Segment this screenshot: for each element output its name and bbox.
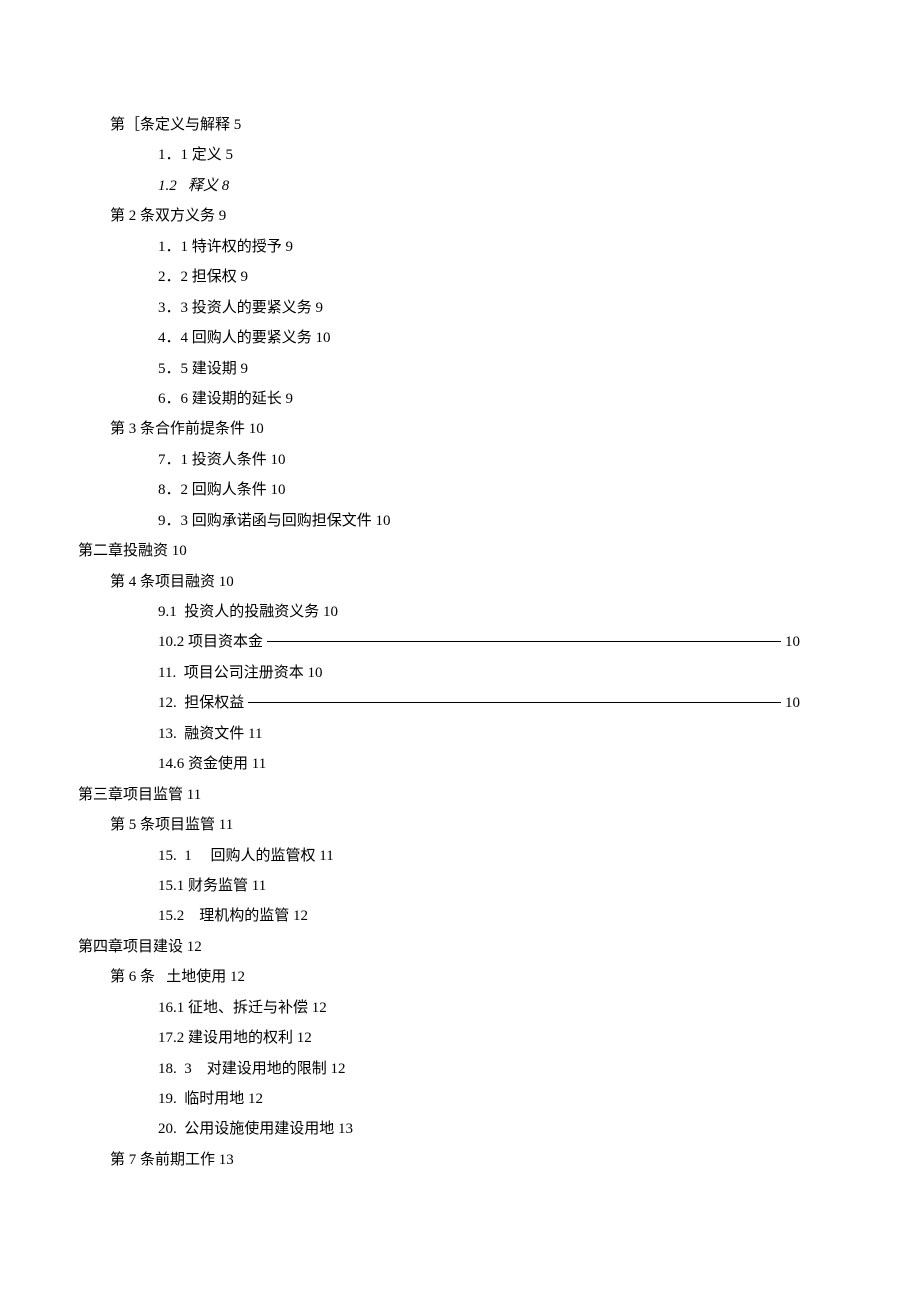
toc-entry-text: 第 4 条项目融资 10 — [110, 567, 234, 597]
toc-entry-text: 1．1 定义 5 — [158, 140, 233, 170]
toc-entry-text: 16.1 征地、拆迁与补偿 12 — [158, 993, 327, 1023]
toc-entry: 3．3 投资人的要紧义务 9 — [78, 293, 800, 323]
toc-entry: 1．1 定义 5 — [78, 140, 800, 170]
toc-entry-text: 第［条定义与解释 5 — [110, 110, 241, 140]
toc-entry: 15.1 财务监管 11 — [78, 871, 800, 901]
toc-entry-page: 10 — [785, 627, 800, 657]
toc-entry-text: 第二章投融资 10 — [78, 536, 187, 566]
toc-entry-text: 20. 公用设施使用建设用地 13 — [158, 1114, 353, 1144]
toc-entry-text: 13. 融资文件 11 — [158, 719, 262, 749]
toc-entry: 11. 项目公司注册资本 10 — [78, 658, 800, 688]
toc-entry: 第 6 条 土地使用 12 — [78, 962, 800, 992]
toc-entry-text: 8．2 回购人条件 10 — [158, 475, 286, 505]
toc-entry-text: 4．4 回购人的要紧义务 10 — [158, 323, 331, 353]
toc-entry-text: 9．3 回购承诺函与回购担保文件 10 — [158, 506, 391, 536]
toc-entry-title: 10.2 项目资本金 — [158, 627, 263, 657]
toc-entry: 9．3 回购承诺函与回购担保文件 10 — [78, 506, 800, 536]
toc-entry: 10.2 项目资本金 10 — [78, 627, 800, 657]
toc-entry-text: 17.2 建设用地的权利 12 — [158, 1023, 312, 1053]
toc-entry: 第 4 条项目融资 10 — [78, 567, 800, 597]
toc-leader-line — [248, 688, 781, 703]
toc-entry: 20. 公用设施使用建设用地 13 — [78, 1114, 800, 1144]
toc-entry-text: 1．1 特许权的授予 9 — [158, 232, 293, 262]
toc-entry-text: 5．5 建设期 9 — [158, 354, 248, 384]
toc-entry-text: 6．6 建设期的延长 9 — [158, 384, 293, 414]
toc-entry-text: 9.1 投资人的投融资义务 10 — [158, 597, 338, 627]
toc-entry-page: 10 — [785, 688, 800, 718]
toc-entry: 第 2 条双方义务 9 — [78, 201, 800, 231]
toc-entry: 15.2 理机构的监管 12 — [78, 901, 800, 931]
toc-entry-text: 14.6 资金使用 11 — [158, 749, 266, 779]
toc-entry: 第四章项目建设 12 — [78, 932, 800, 962]
toc-entry: 14.6 资金使用 11 — [78, 749, 800, 779]
toc-entry-text: 第 3 条合作前提条件 10 — [110, 414, 264, 444]
toc-entry-text: 第四章项目建设 12 — [78, 932, 202, 962]
toc-entry: 1．1 特许权的授予 9 — [78, 232, 800, 262]
toc-entry-text: 18. 3 对建设用地的限制 12 — [158, 1054, 346, 1084]
toc-entry-text: 第三章项目监管 11 — [78, 780, 201, 810]
toc-entry: 1.2 释义 8 — [78, 171, 800, 201]
toc-entry-text: 第 6 条 土地使用 12 — [110, 962, 245, 992]
toc-entry: 12. 担保权益 10 — [78, 688, 800, 718]
toc-entry: 19. 临时用地 12 — [78, 1084, 800, 1114]
toc-entry: 2．2 担保权 9 — [78, 262, 800, 292]
toc-entry-text: 第 5 条项目监管 11 — [110, 810, 233, 840]
toc-entry-text: 第 2 条双方义务 9 — [110, 201, 226, 231]
toc-page: 第［条定义与解释 51．1 定义 51.2 释义 8第 2 条双方义务 91．1… — [0, 0, 920, 1175]
toc-entry-text: 3．3 投资人的要紧义务 9 — [158, 293, 323, 323]
toc-entry-text: 15. 1 回购人的监管权 11 — [158, 841, 334, 871]
toc-entry: 8．2 回购人条件 10 — [78, 475, 800, 505]
toc-entry-text: 7．1 投资人条件 10 — [158, 445, 286, 475]
toc-entry-text: 15.2 理机构的监管 12 — [158, 901, 308, 931]
toc-entry: 第 5 条项目监管 11 — [78, 810, 800, 840]
toc-entry: 4．4 回购人的要紧义务 10 — [78, 323, 800, 353]
toc-entry: 16.1 征地、拆迁与补偿 12 — [78, 993, 800, 1023]
toc-entry: 第［条定义与解释 5 — [78, 110, 800, 140]
toc-entry: 15. 1 回购人的监管权 11 — [78, 841, 800, 871]
toc-entry: 第 3 条合作前提条件 10 — [78, 414, 800, 444]
toc-entry: 9.1 投资人的投融资义务 10 — [78, 597, 800, 627]
toc-entry-text: 1.2 释义 8 — [158, 171, 229, 201]
toc-leader-line — [267, 627, 781, 642]
toc-entry: 第 7 条前期工作 13 — [78, 1145, 800, 1175]
toc-entry-title: 12. 担保权益 — [158, 688, 244, 718]
toc-entry: 第三章项目监管 11 — [78, 780, 800, 810]
toc-entry: 17.2 建设用地的权利 12 — [78, 1023, 800, 1053]
toc-entry: 5．5 建设期 9 — [78, 354, 800, 384]
toc-entry-text: 2．2 担保权 9 — [158, 262, 248, 292]
toc-entry: 18. 3 对建设用地的限制 12 — [78, 1054, 800, 1084]
toc-entry-text: 第 7 条前期工作 13 — [110, 1145, 234, 1175]
toc-entry: 第二章投融资 10 — [78, 536, 800, 566]
toc-entry: 6．6 建设期的延长 9 — [78, 384, 800, 414]
toc-entry: 13. 融资文件 11 — [78, 719, 800, 749]
toc-entry-text: 11. 项目公司注册资本 10 — [158, 658, 322, 688]
toc-entry-text: 19. 临时用地 12 — [158, 1084, 263, 1114]
toc-entry-text: 15.1 财务监管 11 — [158, 871, 266, 901]
toc-entry: 7．1 投资人条件 10 — [78, 445, 800, 475]
